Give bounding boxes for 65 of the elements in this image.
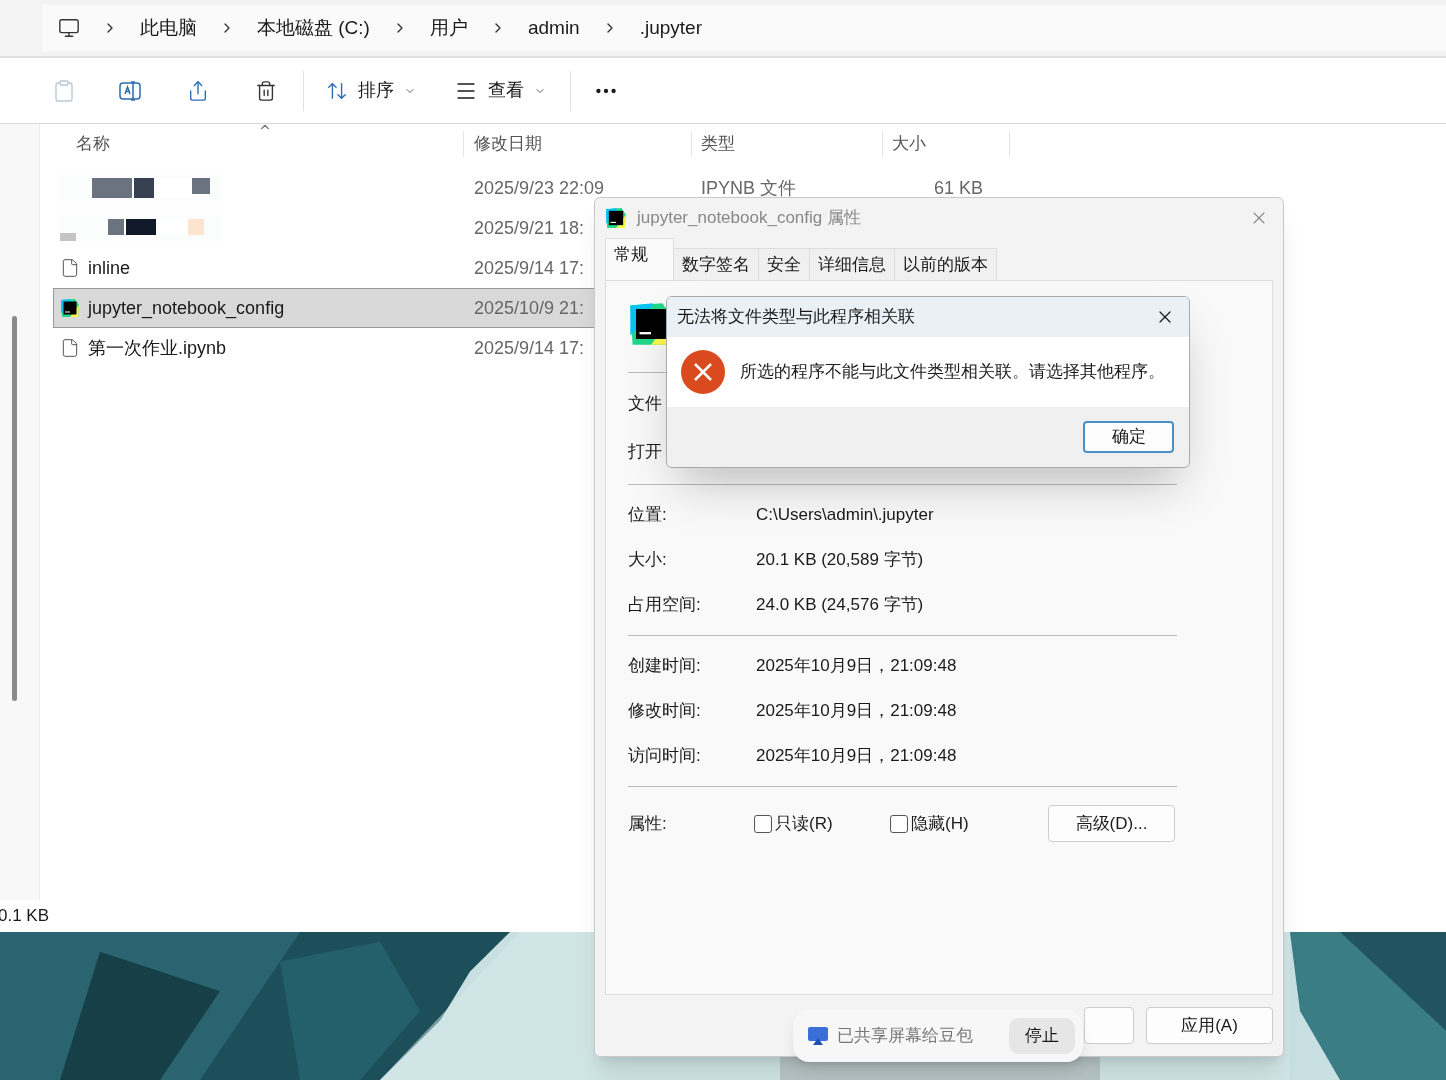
type-cell-text: IPYNB 文件 <box>700 176 798 200</box>
file-icon <box>60 338 80 358</box>
breadcrumb-item[interactable]: .jupyter <box>639 13 702 43</box>
size-cell-text: 61 KB <box>932 176 983 200</box>
field-label: 访问时间: <box>628 745 702 768</box>
date-cell-text: 2025/9/14 17: <box>474 256 585 280</box>
date-cell-text: 2025/10/9 21: <box>474 296 585 320</box>
file-icon <box>60 258 80 278</box>
error-message: 所选的程序不能与此文件类型相关联。请选择其他程序。 <box>740 361 1165 384</box>
ok-button[interactable]: 确定 <box>1083 421 1174 453</box>
field-value: 2025年10月9日，21:09:48 <box>756 700 957 723</box>
screen-share-icon <box>807 1026 829 1046</box>
file-name: jupyter_notebook_config <box>88 296 285 321</box>
checkbox[interactable] <box>754 814 772 833</box>
field-label: 文件 <box>628 393 663 415</box>
field-label: 位置: <box>628 504 668 527</box>
rename-icon[interactable] <box>118 78 142 103</box>
dialog-title: 无法将文件类型与此程序相关联 <box>677 306 915 329</box>
tab[interactable]: 数字签名 <box>674 248 759 280</box>
delete-icon[interactable] <box>255 79 277 102</box>
field-value: C:\Users\admin\.jupyter <box>756 504 934 527</box>
computer-icon[interactable] <box>58 17 80 39</box>
sort-button[interactable]: 排序 <box>326 77 416 104</box>
apply-button[interactable]: 应用(A) <box>1146 1007 1273 1044</box>
field-value: 24.0 KB (24,576 字节) <box>756 594 924 617</box>
file-name: 第一次作业.ipynb <box>88 336 227 360</box>
field-label: 修改时间: <box>628 700 702 723</box>
field-value: 2025年10月9日，21:09:48 <box>756 745 957 768</box>
field-label: 创建时间: <box>628 655 702 678</box>
tab[interactable]: 常规 <box>605 238 674 280</box>
tab[interactable]: 详细信息 <box>810 248 895 280</box>
pycharm-icon <box>60 298 80 318</box>
view-button[interactable]: 查看 <box>454 77 546 104</box>
tab[interactable]: 安全 <box>759 248 810 280</box>
stop-button[interactable]: 停止 <box>1009 1018 1075 1054</box>
date-cell-text: 2025/9/21 18: <box>474 216 585 240</box>
date-cell-text: 2025/9/14 17: <box>474 336 585 360</box>
field-label: 占用空间: <box>628 594 702 617</box>
error-icon <box>680 349 726 395</box>
column-header[interactable]: 名称 <box>53 131 463 157</box>
field-value: 20.1 KB (20,589 字节) <box>756 549 924 572</box>
column-header[interactable]: 修改日期 <box>463 131 691 157</box>
scrollbar[interactable] <box>12 316 17 701</box>
share-status-text: 已共享屏幕给豆包 <box>837 1025 973 1048</box>
column-header[interactable]: 类型 <box>691 131 882 157</box>
breadcrumb-item[interactable]: admin <box>527 13 580 43</box>
share-icon[interactable] <box>187 79 209 102</box>
breadcrumb-item[interactable]: 本地磁盘 (C:) <box>257 13 370 43</box>
file-name: inline <box>88 256 131 280</box>
checkbox-label[interactable]: 只读(R) <box>775 810 833 837</box>
advanced-button[interactable]: 高级(D)... <box>1048 805 1175 842</box>
checkbox-label[interactable]: 隐藏(H) <box>911 810 969 837</box>
date-cell-text: 2025/9/23 22:09 <box>474 176 605 200</box>
tab[interactable]: 以前的版本 <box>895 248 997 280</box>
checkbox[interactable] <box>890 814 908 833</box>
breadcrumb-item[interactable]: 此电脑 <box>140 13 197 43</box>
field-label: 属性: <box>628 812 668 835</box>
breadcrumb-item[interactable]: 用户 <box>429 13 468 43</box>
file-row[interactable]: 2025/9/23 22:09 IPYNB 文件 61 KB <box>53 168 1013 208</box>
field-label: 大小: <box>628 549 668 572</box>
field-label: 打开 <box>628 440 663 463</box>
pycharm-icon <box>605 207 627 229</box>
window-title: jupyter_notebook_config 属性 <box>637 207 861 230</box>
column-header[interactable]: 大小 <box>882 131 1010 157</box>
field-value: 2025年10月9日，21:09:48 <box>756 655 957 678</box>
